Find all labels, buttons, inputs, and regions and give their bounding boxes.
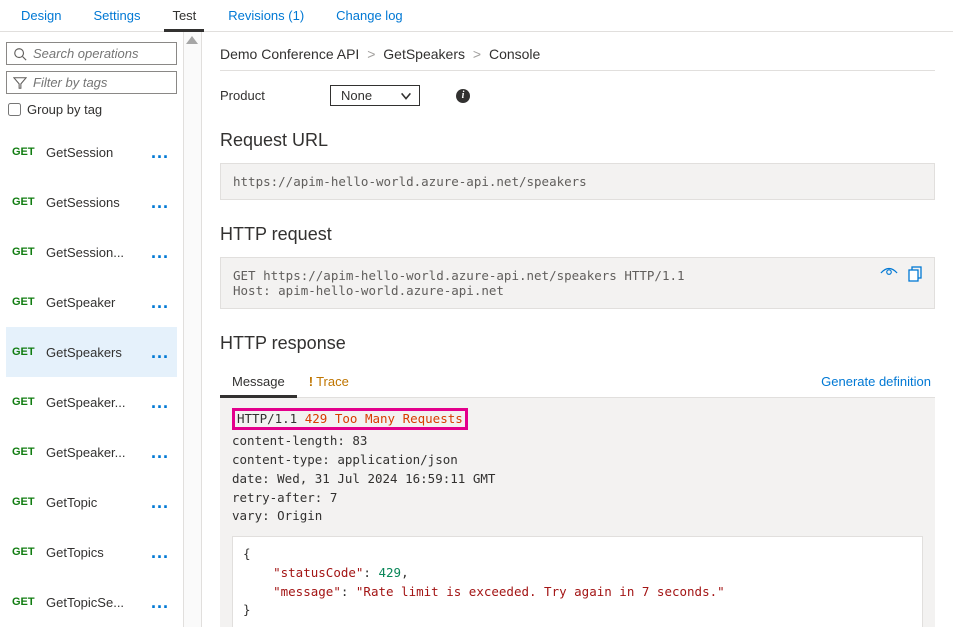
more-icon[interactable]: ... — [151, 492, 177, 513]
operation-name: GetSession... — [46, 245, 151, 260]
response-proto: HTTP/1.1 — [237, 411, 305, 426]
copy-icon[interactable] — [908, 266, 924, 285]
more-icon[interactable]: ... — [151, 442, 177, 463]
http-request-text: GET https://apim-hello-world.azure-api.n… — [233, 268, 685, 298]
more-icon[interactable]: ... — [151, 542, 177, 563]
json-value: 429 — [378, 565, 401, 580]
operation-item[interactable]: GET GetTopic ... — [6, 477, 177, 527]
method-badge: GET — [12, 246, 46, 258]
breadcrumb-op[interactable]: GetSpeakers — [383, 46, 465, 62]
response-headers: content-length: 83 content-type: applica… — [232, 432, 923, 526]
operation-item[interactable]: GET GetSpeaker ... — [6, 277, 177, 327]
operation-name: GetTopics — [46, 545, 151, 560]
operation-item[interactable]: GET GetSessions ... — [6, 177, 177, 227]
more-icon[interactable]: ... — [151, 142, 177, 163]
group-by-tag-label: Group by tag — [27, 102, 102, 117]
response-json: { "statusCode": 429, "message": "Rate li… — [232, 536, 923, 627]
top-nav: Design Settings Test Revisions (1) Chang… — [0, 0, 953, 32]
chevron-right-icon: > — [469, 46, 485, 62]
sidebar-scrollbar[interactable] — [184, 32, 202, 627]
more-icon[interactable]: ... — [151, 592, 177, 613]
tab-trace[interactable]: !Trace — [297, 366, 361, 397]
operation-name: GetTopic — [46, 495, 151, 510]
main-panel: Demo Conference API > GetSpeakers > Cons… — [202, 32, 953, 627]
warning-icon: ! — [309, 374, 313, 389]
method-badge: GET — [12, 546, 46, 558]
http-request-box: GET https://apim-hello-world.azure-api.n… — [220, 257, 935, 309]
tab-trace-label: Trace — [316, 374, 349, 389]
operation-name: GetSpeaker — [46, 295, 151, 310]
tab-settings[interactable]: Settings — [77, 0, 156, 31]
group-by-tag-checkbox[interactable] — [8, 103, 21, 116]
operation-name: GetSpeaker... — [46, 395, 151, 410]
breadcrumb: Demo Conference API > GetSpeakers > Cons… — [220, 46, 935, 71]
operation-item[interactable]: GET GetSpeaker... ... — [6, 377, 177, 427]
tab-changelog[interactable]: Change log — [320, 0, 419, 31]
more-icon[interactable]: ... — [151, 192, 177, 213]
json-key: "statusCode" — [273, 565, 363, 580]
method-badge: GET — [12, 346, 46, 358]
filter-icon — [13, 76, 27, 90]
more-icon[interactable]: ... — [151, 292, 177, 313]
response-body: HTTP/1.1 429 Too Many Requests content-l… — [220, 398, 935, 627]
response-tabs: Message !Trace Generate definition — [220, 366, 935, 398]
search-operations-input-wrap[interactable] — [6, 42, 177, 65]
operation-name: GetSpeaker... — [46, 445, 151, 460]
http-response-heading: HTTP response — [220, 333, 935, 354]
search-icon — [13, 47, 27, 61]
breadcrumb-page: Console — [489, 46, 540, 62]
tab-message[interactable]: Message — [220, 366, 297, 397]
method-badge: GET — [12, 196, 46, 208]
json-value: "Rate limit is exceeded. Try again in 7 … — [356, 584, 725, 599]
method-badge: GET — [12, 396, 46, 408]
method-badge: GET — [12, 596, 46, 608]
chevron-down-icon — [399, 89, 413, 103]
operation-name: GetSpeakers — [46, 345, 151, 360]
operations-list: GET GetSession ... GET GetSessions ... G… — [6, 127, 177, 627]
more-icon[interactable]: ... — [151, 392, 177, 413]
method-badge: GET — [12, 296, 46, 308]
method-badge: GET — [12, 496, 46, 508]
generate-definition-link[interactable]: Generate definition — [817, 366, 935, 397]
operation-item[interactable]: GET GetTopics ... — [6, 527, 177, 577]
operation-item[interactable]: GET GetTopicSe... ... — [6, 577, 177, 627]
product-row: Product None i — [220, 85, 935, 106]
operation-name: GetSessions — [46, 195, 151, 210]
tab-design[interactable]: Design — [5, 0, 77, 31]
chevron-right-icon: > — [363, 46, 379, 62]
request-url-heading: Request URL — [220, 130, 935, 151]
reveal-icon[interactable] — [880, 266, 898, 285]
method-badge: GET — [12, 146, 46, 158]
product-label: Product — [220, 88, 300, 103]
search-operations-input[interactable] — [33, 46, 170, 61]
filter-tags-input-wrap[interactable] — [6, 71, 177, 94]
response-status: 429 Too Many Requests — [305, 411, 463, 426]
operation-item[interactable]: GET GetSpeakers ... — [6, 327, 177, 377]
operation-item[interactable]: GET GetSession... ... — [6, 227, 177, 277]
method-badge: GET — [12, 446, 46, 458]
product-select[interactable]: None — [330, 85, 420, 106]
scroll-up-icon[interactable] — [186, 36, 198, 44]
more-icon[interactable]: ... — [151, 342, 177, 363]
tab-test[interactable]: Test — [156, 0, 212, 31]
group-by-tag-row[interactable]: Group by tag — [6, 100, 177, 127]
request-url-box: https://apim-hello-world.azure-api.net/s… — [220, 163, 935, 200]
operation-item[interactable]: GET GetSession ... — [6, 127, 177, 177]
operation-name: GetTopicSe... — [46, 595, 151, 610]
more-icon[interactable]: ... — [151, 242, 177, 263]
http-request-heading: HTTP request — [220, 224, 935, 245]
tab-revisions[interactable]: Revisions (1) — [212, 0, 320, 31]
filter-tags-input[interactable] — [33, 75, 170, 90]
info-icon[interactable]: i — [456, 89, 470, 103]
sidebar: Group by tag GET GetSession ... GET GetS… — [0, 32, 184, 627]
operation-name: GetSession — [46, 145, 151, 160]
operation-item[interactable]: GET GetSpeaker... ... — [6, 427, 177, 477]
product-select-value: None — [341, 88, 372, 103]
response-status-line: HTTP/1.1 429 Too Many Requests — [232, 408, 468, 430]
breadcrumb-api[interactable]: Demo Conference API — [220, 46, 359, 62]
json-key: "message" — [273, 584, 341, 599]
